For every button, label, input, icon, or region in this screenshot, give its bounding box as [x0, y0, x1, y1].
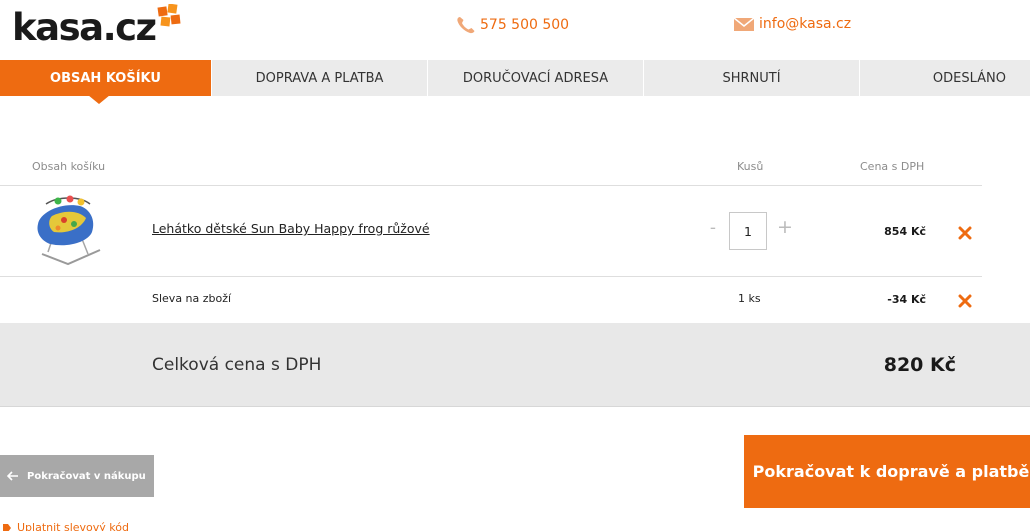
- coupon-label: Uplatnit slevový kód: [17, 521, 129, 531]
- phone-icon: [457, 17, 475, 34]
- tag-icon: [3, 523, 11, 531]
- arrow-left-icon: [7, 471, 18, 481]
- step-label: DOPRAVA A PLATBA: [255, 70, 384, 86]
- step-label: SHRNUTÍ: [722, 70, 781, 86]
- header-email[interactable]: info@kasa.cz: [733, 16, 851, 32]
- discount-price: -34 Kč: [887, 293, 926, 306]
- total-value: 820 Kč: [883, 354, 956, 376]
- step-sent[interactable]: ODESLÁNO: [859, 60, 1030, 96]
- logo-text: kasa.cz: [12, 6, 157, 49]
- step-cart-content[interactable]: OBSAH KOŠÍKU: [0, 60, 211, 104]
- phone-number: 575 500 500: [480, 17, 570, 33]
- header-phone[interactable]: 575 500 500: [456, 16, 569, 34]
- divider: [0, 185, 982, 186]
- qty-increase-button[interactable]: +: [777, 216, 793, 238]
- column-header-price: Cena s DPH: [860, 160, 925, 173]
- continue-to-shipping-label: Pokračovat k dopravě a platbě: [752, 462, 1030, 481]
- active-step-arrow: [88, 95, 110, 104]
- discount-label: Sleva na zboží: [152, 292, 232, 305]
- qty-input[interactable]: 1: [729, 212, 767, 250]
- coupon-link[interactable]: Uplatnit slevový kód: [2, 521, 129, 531]
- step-label: ODESLÁNO: [932, 70, 1006, 86]
- qty-decrease-button[interactable]: -: [707, 218, 719, 238]
- step-label: DORUČOVACÍ ADRESA: [462, 70, 609, 86]
- continue-shopping-label: Pokračovat v nákupu: [27, 470, 146, 482]
- discount-qty: 1 ks: [738, 292, 761, 305]
- item-price: 854 Kč: [884, 225, 926, 238]
- baby-bouncer-image[interactable]: [28, 194, 108, 268]
- checkout-steps: OBSAH KOŠÍKU DOPRAVA A PLATBA DORUČOVACÍ…: [0, 60, 1030, 104]
- column-header-content: Obsah košíku: [32, 160, 106, 173]
- continue-to-shipping-button[interactable]: Pokračovat k dopravě a platbě: [744, 435, 1030, 508]
- column-header-qty: Kusů: [737, 160, 764, 173]
- step-summary[interactable]: SHRNUTÍ: [643, 60, 859, 96]
- logo[interactable]: kasa.cz: [12, 4, 181, 52]
- step-label: OBSAH KOŠÍKU: [50, 70, 161, 86]
- step-delivery-address[interactable]: DORUČOVACÍ ADRESA: [427, 60, 643, 96]
- divider: [0, 276, 982, 277]
- logo-squares-icon: [157, 4, 181, 27]
- continue-shopping-button[interactable]: Pokračovat v nákupu: [0, 455, 154, 497]
- email-address: info@kasa.cz: [759, 16, 852, 32]
- product-link[interactable]: Lehátko dětské Sun Baby Happy frog růžov…: [152, 221, 430, 236]
- remove-discount-icon[interactable]: [958, 294, 972, 308]
- mail-icon: [733, 17, 755, 31]
- remove-item-icon[interactable]: [958, 226, 972, 240]
- step-shipping-payment[interactable]: DOPRAVA A PLATBA: [211, 60, 427, 96]
- total-label: Celková cena s DPH: [152, 355, 322, 375]
